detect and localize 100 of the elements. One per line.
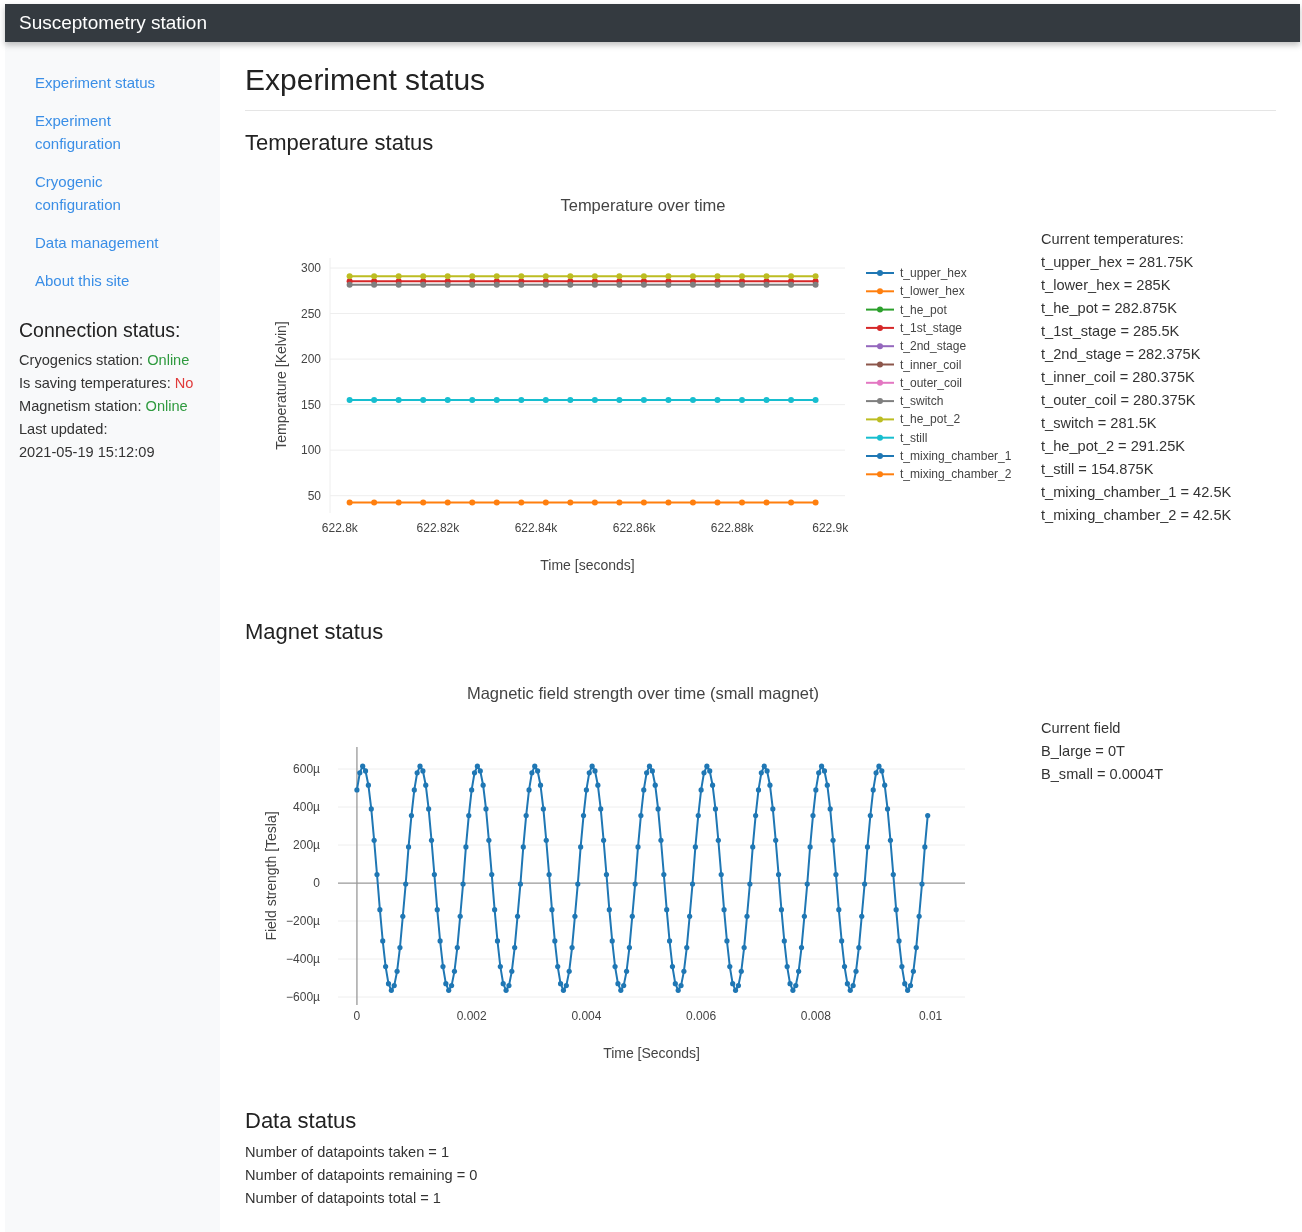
reading-line: t_he_pot = 282.875K bbox=[1041, 299, 1178, 318]
legend-label[interactable]: t_still bbox=[900, 430, 928, 445]
status-line: Is saving temperatures: No bbox=[19, 374, 195, 393]
point bbox=[640, 397, 647, 404]
legend-label[interactable]: t_mixing_chamber_2 bbox=[900, 467, 1012, 482]
point bbox=[812, 499, 819, 506]
chart-title: Magnetic field strength over time (small magnet) bbox=[466, 684, 820, 702]
legend-label[interactable]: t_lower_hex bbox=[900, 284, 965, 299]
point bbox=[739, 273, 745, 280]
point bbox=[788, 273, 795, 280]
point bbox=[616, 273, 623, 280]
point bbox=[640, 499, 647, 506]
axis-tick-label: 250 bbox=[300, 306, 321, 321]
status-label: Last updated: bbox=[19, 420, 109, 439]
axis-tick-label: −200µ bbox=[286, 914, 320, 929]
reading-line: t_mixing_chamber_1 = 42.5K bbox=[1041, 483, 1232, 502]
legend-line-icon bbox=[865, 453, 895, 459]
point bbox=[616, 397, 623, 404]
status-text: Number of datapoints total = 1 bbox=[245, 1189, 442, 1208]
reading-line: t_mixing_chamber_2 = 42.5K bbox=[1041, 506, 1232, 525]
point bbox=[395, 273, 402, 280]
point bbox=[420, 273, 427, 280]
reading-line: t_inner_coil = 280.375K bbox=[1041, 368, 1196, 387]
reading-line: t_1st_stage = 285.5K bbox=[1041, 322, 1181, 341]
legend-label[interactable]: t_upper_hex bbox=[900, 266, 967, 280]
legend-label[interactable]: t_outer_coil bbox=[900, 375, 963, 390]
sidebar-heading: Connection status: bbox=[19, 318, 182, 342]
reading-line: t_lower_hex = 285K bbox=[1041, 276, 1172, 295]
axis-tick-label: 0.01 bbox=[918, 1009, 943, 1023]
point bbox=[518, 397, 525, 404]
legend-label[interactable]: t_1st_stage bbox=[900, 320, 963, 335]
point bbox=[812, 397, 819, 404]
point bbox=[665, 273, 672, 280]
point bbox=[689, 397, 696, 404]
point bbox=[616, 499, 623, 506]
axis-tick-label: 622.88k bbox=[710, 521, 754, 535]
point bbox=[640, 273, 647, 280]
point bbox=[371, 499, 378, 506]
point bbox=[689, 499, 696, 506]
legend-line-icon bbox=[865, 361, 895, 368]
reading-line: t_switch = 281.5K bbox=[1041, 414, 1158, 433]
section-heading: Temperature status bbox=[245, 129, 435, 157]
legend-line-icon bbox=[865, 379, 895, 386]
reading-line: t_2nd_stage = 282.375K bbox=[1041, 345, 1202, 364]
point bbox=[420, 499, 427, 506]
axis-title: Time [Seconds] bbox=[603, 1045, 700, 1061]
reading-line: t_still = 154.875K bbox=[1041, 460, 1155, 479]
axis-tick-label: 622.86k bbox=[612, 521, 656, 535]
legend-label[interactable]: t_switch bbox=[900, 394, 944, 409]
readings-title: Current temperatures: bbox=[1041, 230, 1185, 249]
point bbox=[542, 273, 549, 280]
legend-label[interactable]: t_he_pot_2 bbox=[900, 412, 961, 427]
legend-line-icon bbox=[865, 471, 895, 478]
point bbox=[371, 273, 378, 280]
point bbox=[444, 499, 451, 506]
legend-line-icon bbox=[865, 270, 895, 276]
point bbox=[493, 499, 500, 506]
legend-label[interactable]: t_mixing_chamber_1 bbox=[900, 449, 1012, 463]
axis-tick-label: 0.002 bbox=[456, 1009, 487, 1023]
timestamp: 2021-05-19 15:12:09 bbox=[19, 443, 156, 462]
point bbox=[420, 397, 427, 404]
section-heading: Data status bbox=[245, 1107, 358, 1135]
axis-tick-label: 400µ bbox=[293, 800, 320, 815]
point bbox=[395, 397, 402, 404]
point bbox=[542, 499, 549, 506]
reading-line: t_outer_coil = 280.375K bbox=[1041, 391, 1197, 410]
legend-line-icon bbox=[865, 434, 895, 441]
point bbox=[567, 397, 574, 404]
point bbox=[493, 273, 500, 280]
status-text: Number of datapoints remaining = 0 bbox=[245, 1166, 479, 1185]
point bbox=[665, 499, 672, 506]
point bbox=[714, 273, 721, 280]
point bbox=[395, 499, 402, 506]
point bbox=[469, 397, 476, 404]
legend-line-icon bbox=[865, 306, 895, 313]
legend-line-icon bbox=[865, 416, 895, 423]
reading-line: t_he_pot_2 = 291.25K bbox=[1041, 437, 1187, 456]
point bbox=[665, 397, 672, 404]
point bbox=[788, 499, 795, 506]
legend-label[interactable]: t_he_pot bbox=[900, 302, 947, 317]
point bbox=[346, 397, 353, 404]
point bbox=[591, 273, 598, 280]
axis-title: Field strength [Tesla] bbox=[263, 811, 279, 941]
axis-tick-label: 50 bbox=[307, 488, 321, 503]
axis-tick-label: −600µ bbox=[286, 990, 320, 1004]
point bbox=[739, 499, 745, 506]
legend-label[interactable]: t_2nd_stage bbox=[900, 339, 967, 354]
point bbox=[689, 273, 696, 280]
point bbox=[739, 397, 745, 404]
point bbox=[591, 499, 598, 506]
status-line: Magnetism station: Online bbox=[19, 397, 189, 416]
axis-title: Temperature [Kelvin] bbox=[273, 321, 289, 450]
legend-line-icon bbox=[865, 324, 895, 331]
legend-label[interactable]: t_inner_coil bbox=[900, 357, 962, 372]
axis-tick-label: 600µ bbox=[293, 762, 320, 777]
site-title[interactable]: Susceptometry station bbox=[19, 12, 207, 34]
point bbox=[469, 499, 476, 506]
axis-tick-label: 0.008 bbox=[800, 1009, 831, 1023]
axis-tick-label: 0.006 bbox=[686, 1009, 717, 1023]
reading-line: t_upper_hex = 281.75K bbox=[1041, 253, 1195, 272]
